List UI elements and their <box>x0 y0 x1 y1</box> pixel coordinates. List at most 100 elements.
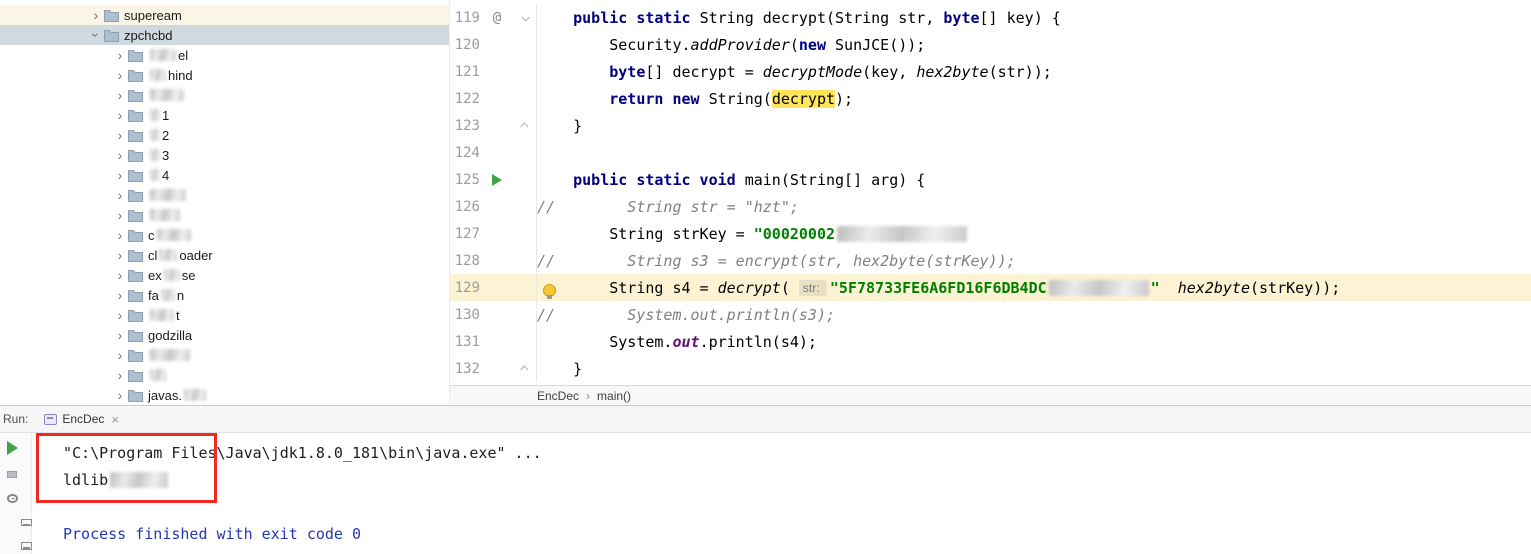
redacted-blur <box>150 169 160 181</box>
project-tree-panel[interactable]: › supeream › zpchcbd › el › hind › › 1 › 2 › 3 › 4 › › › c › c… <box>0 0 450 405</box>
chevron-right-icon[interactable]: › <box>112 208 128 222</box>
breadcrumb-file[interactable]: EncDec <box>537 389 579 403</box>
tree-item-text: c <box>148 227 155 243</box>
tree-item[interactable]: › <box>0 205 449 225</box>
code-editor[interactable]: 119 @ public static String decrypt(String… <box>450 0 1531 385</box>
code-token: out <box>672 332 700 351</box>
line-number: 131 <box>454 333 480 350</box>
code-text: byte[] decrypt = decryptMode(key, hex2by… <box>537 63 1531 81</box>
tree-item[interactable]: › zpchcbd <box>0 25 449 45</box>
rerun-icon[interactable] <box>7 441 18 455</box>
tree-item[interactable]: › javas. <box>0 385 449 405</box>
chevron-right-icon[interactable]: › <box>112 128 128 142</box>
code-token: // String str = "hzt"; <box>537 197 799 216</box>
soft-wrap-icon[interactable] <box>21 542 32 551</box>
code-line[interactable]: 120 Security.addProvider(new SunJCE()); <box>450 31 1531 58</box>
code-line[interactable]: 122 return new String(decrypt); <box>450 85 1531 112</box>
console-output[interactable]: "C:\Program Files\Java\jdk1.8.0_181\bin\… <box>63 439 1531 554</box>
fold-column[interactable] <box>514 4 537 31</box>
tree-item[interactable]: › <box>0 345 449 365</box>
chevron-right-icon[interactable]: › <box>112 48 128 62</box>
run-tab-title: EncDec <box>62 412 105 426</box>
tree-item[interactable]: › <box>0 85 449 105</box>
redacted-blur <box>150 129 160 141</box>
code-line[interactable]: 119 @ public static String decrypt(String… <box>450 4 1531 31</box>
tree-item[interactable]: › t <box>0 305 449 325</box>
chevron-right-icon[interactable]: › <box>112 288 128 302</box>
tree-item[interactable]: › godzilla <box>0 325 449 345</box>
run-panel-header: Run: EncDec × <box>0 406 1531 433</box>
chevron-right-icon[interactable]: › <box>112 388 128 402</box>
fold-arrow-icon[interactable] <box>520 364 529 374</box>
chevron-right-icon[interactable]: › <box>112 228 128 242</box>
intention-bulb-icon[interactable] <box>542 283 556 301</box>
chevron-right-icon[interactable]: › <box>88 8 104 22</box>
breadcrumb-member[interactable]: main() <box>597 389 631 403</box>
tree-item[interactable]: › 1 <box>0 105 449 125</box>
chevron-right-icon[interactable]: › <box>112 148 128 162</box>
code-line[interactable]: 129 String s4 = decrypt( str: "5F78733FE… <box>450 274 1531 301</box>
tree-item[interactable]: › fa n <box>0 285 449 305</box>
tree-item[interactable]: › hind <box>0 65 449 85</box>
tree-item[interactable]: › supeream <box>0 5 449 25</box>
tree-item[interactable]: › 3 <box>0 145 449 165</box>
code-line[interactable]: 123 } <box>450 112 1531 139</box>
chevron-right-icon[interactable]: › <box>112 268 128 282</box>
chevron-right-icon[interactable]: › <box>112 328 128 342</box>
close-icon[interactable]: × <box>111 412 119 427</box>
tree-item-text: t <box>176 307 180 323</box>
code-line[interactable]: 124 <box>450 139 1531 166</box>
code-text: String strKey = "00020002 <box>537 225 1531 243</box>
tree-item[interactable]: › <box>0 185 449 205</box>
run-tab-encdec[interactable]: EncDec × <box>40 410 127 429</box>
chevron-right-icon[interactable]: › <box>112 68 128 82</box>
tree-item-label: 3 <box>148 148 169 163</box>
tree-item[interactable]: › 2 <box>0 125 449 145</box>
chevron-right-icon[interactable]: › <box>112 188 128 202</box>
code-line[interactable]: 127 String strKey = "00020002 <box>450 220 1531 247</box>
tree-item-label <box>148 349 192 361</box>
tree-item[interactable]: › cl oader <box>0 245 449 265</box>
run-line-gutter[interactable] <box>480 173 514 186</box>
code-line[interactable]: 130 // System.out.println(s3); <box>450 301 1531 328</box>
folder-icon <box>128 169 145 182</box>
fold-column[interactable] <box>514 112 537 139</box>
chevron-right-icon[interactable]: › <box>112 348 128 362</box>
code-line[interactable]: 126 // String str = "hzt"; <box>450 193 1531 220</box>
code-line[interactable]: 125 public static void main(String[] arg… <box>450 166 1531 193</box>
chevron-right-icon[interactable]: › <box>112 248 128 262</box>
fold-column <box>514 328 537 355</box>
code-token: hex2byte <box>916 62 989 81</box>
redacted-blur <box>163 269 180 281</box>
tree-item[interactable]: › 4 <box>0 165 449 185</box>
fold-arrow-icon[interactable] <box>520 121 529 131</box>
code-line[interactable]: 128 // String s3 = encrypt(str, hex2byte(… <box>450 247 1531 274</box>
redacted-blur <box>150 189 186 201</box>
chevron-right-icon[interactable]: › <box>112 88 128 102</box>
code-token: SunJCE()); <box>835 35 926 54</box>
chevron-right-icon[interactable]: › <box>112 168 128 182</box>
chevron-down-icon[interactable]: › <box>88 27 104 43</box>
chevron-right-icon[interactable]: › <box>112 108 128 122</box>
redacted-blur <box>160 289 175 301</box>
tree-item[interactable]: › ex se <box>0 265 449 285</box>
scroll-end-icon[interactable] <box>21 518 32 527</box>
code-line[interactable]: 131 System.out.println(s4); <box>450 328 1531 355</box>
fold-column[interactable] <box>514 355 537 382</box>
folder-icon <box>128 149 145 162</box>
fold-arrow-icon[interactable] <box>521 12 530 22</box>
chevron-right-icon[interactable]: › <box>112 368 128 382</box>
stop-icon[interactable] <box>7 471 17 479</box>
settings-icon[interactable] <box>7 494 18 503</box>
redacted-blur <box>1048 280 1149 296</box>
fold-column <box>514 166 537 193</box>
tree-item[interactable]: › <box>0 365 449 385</box>
tree-item[interactable]: › c <box>0 225 449 245</box>
tree-item[interactable]: › el <box>0 45 449 65</box>
chevron-right-icon[interactable]: › <box>112 308 128 322</box>
code-line[interactable]: 132 } <box>450 355 1531 382</box>
folder-icon <box>128 109 145 122</box>
tree-item-text: javas. <box>148 387 182 403</box>
fold-column <box>514 274 537 301</box>
code-line[interactable]: 121 byte[] decrypt = decryptMode(key, he… <box>450 58 1531 85</box>
